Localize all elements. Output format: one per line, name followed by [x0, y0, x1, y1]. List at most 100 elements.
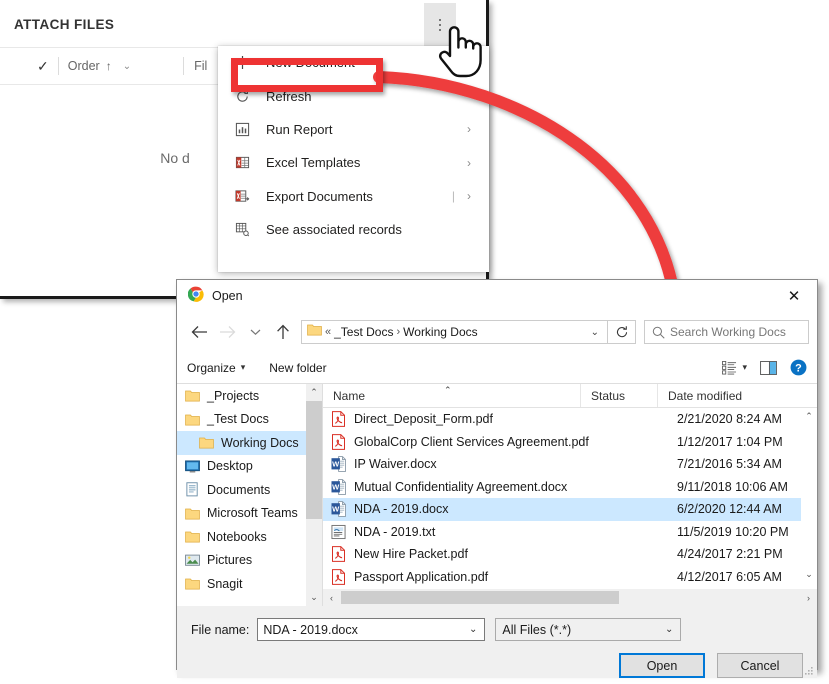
pictures-icon [185, 554, 200, 567]
report-icon [218, 122, 266, 137]
cancel-button[interactable]: Cancel [717, 653, 803, 678]
column-header-date-modified[interactable]: Date modified [657, 384, 787, 407]
file-row-inner: W IP Waiver.docx 7/21/2016 5:34 AM [323, 456, 817, 473]
tree-item-label: _Test Docs [207, 412, 269, 427]
file-name-cell: New Hire Packet.pdf [354, 547, 468, 562]
file-row[interactable]: NDA - 2019.txt 11/5/2019 10:20 PM [323, 521, 817, 544]
breadcrumb-root[interactable]: « [325, 326, 331, 338]
folder-icon [185, 577, 200, 590]
breadcrumb-item-1[interactable]: _Test Docs [334, 325, 393, 339]
word-icon: W [331, 456, 346, 473]
breadcrumb[interactable]: « _Test Docs › Working Docs ⌄ [301, 320, 608, 344]
file-type-filter-value: All Files (*.*) [502, 622, 572, 637]
menu-item-excel-templates[interactable]: Excel Templates › [218, 146, 489, 179]
chevron-down-icon[interactable]: ⌄ [469, 624, 477, 635]
breadcrumb-item-2[interactable]: Working Docs [403, 325, 477, 339]
tree-item-desktop[interactable]: Desktop [177, 455, 322, 479]
tree-item-documents[interactable]: Documents [177, 478, 322, 502]
scroll-up-icon[interactable]: ⌃ [801, 408, 817, 425]
file-type-icon [323, 568, 354, 585]
file-name-cell: Passport Application.pdf [354, 569, 489, 584]
chevron-down-icon[interactable]: ▾ [742, 362, 747, 373]
file-date-cell: 7/21/2016 5:34 AM [677, 457, 782, 472]
breadcrumb-separator: › [396, 326, 401, 338]
back-button[interactable] [185, 318, 213, 346]
menu-item-run-report[interactable]: Run Report › [218, 113, 489, 146]
refresh-button[interactable] [608, 320, 636, 344]
help-icon[interactable]: ? [790, 359, 807, 376]
file-type-filter-select[interactable]: All Files (*.*) ⌄ [495, 618, 682, 641]
dialog-command-bar: Organize ▾ New folder ▾ ? [177, 352, 817, 384]
documents-icon [185, 482, 200, 497]
tree-item-pictures[interactable]: Pictures [177, 549, 322, 573]
tree-item-working-docs[interactable]: Working Docs [177, 431, 322, 455]
header-divider [57, 57, 59, 75]
tree-item-label: Notebooks [207, 529, 267, 544]
file-date-cell: 4/12/2017 6:05 AM [677, 569, 782, 584]
tree-item-snagit[interactable]: Snagit [177, 572, 322, 596]
recent-locations-button[interactable] [241, 318, 269, 346]
close-icon[interactable]: ✕ [771, 280, 817, 311]
file-row[interactable]: W IP Waiver.docx 7/21/2016 5:34 AM [323, 453, 817, 476]
up-one-level-button[interactable] [269, 318, 297, 346]
menu-item-label: See associated records [266, 222, 402, 238]
forward-button[interactable] [213, 318, 241, 346]
scroll-down-icon[interactable]: ⌄ [801, 566, 817, 583]
file-row-inner: Passport Application.pdf 4/12/2017 6:05 A… [323, 568, 817, 585]
file-row[interactable]: W Mutual Confidentiality Agreement.docx 9/… [323, 476, 817, 499]
file-row[interactable]: GlobalCorp Client Services Agreement.pdf… [323, 431, 817, 454]
text-icon [331, 524, 346, 540]
tree-item-test-docs[interactable]: _Test Docs [177, 408, 322, 432]
menu-item-export-documents[interactable]: Export Documents | › [218, 180, 489, 213]
tree-item-label: Working Docs [221, 435, 299, 450]
view-layout-icon[interactable] [722, 360, 737, 375]
plus-icon [218, 55, 266, 70]
column-header-order[interactable]: Order [68, 59, 100, 73]
file-name-input[interactable]: NDA - 2019.docx ⌄ [257, 618, 486, 641]
export-excel-icon [218, 189, 266, 204]
scroll-right-icon[interactable]: › [800, 589, 817, 606]
scroll-left-icon[interactable]: ‹ [323, 589, 340, 606]
pdf-icon [331, 568, 346, 585]
pdf-icon [331, 546, 346, 563]
search-input[interactable]: Search Working Docs [644, 320, 809, 344]
tree-item-microsoft-teams[interactable]: Microsoft Teams [177, 502, 322, 526]
file-name-cell: NDA - 2019.txt [354, 524, 436, 539]
resize-grip-icon[interactable] [804, 666, 814, 676]
column-header-name[interactable]: Name ⌃ [323, 384, 580, 407]
file-row[interactable]: Direct_Deposit_Form.pdf 2/21/2020 8:24 AM [323, 408, 817, 431]
file-row[interactable]: W NDA - 2019.docx 6/2/2020 12:44 AM [323, 498, 817, 521]
column-header-status[interactable]: Status [580, 384, 657, 407]
tree-item-projects[interactable]: _Projects [177, 384, 322, 408]
file-row-inner: Direct_Deposit_Form.pdf 2/21/2020 8:24 AM [323, 411, 817, 428]
scroll-up-icon[interactable]: ⌃ [306, 384, 322, 401]
nav-pane-scroll-thumb[interactable] [306, 401, 322, 519]
tree-item-notebooks[interactable]: Notebooks [177, 525, 322, 549]
file-type-icon: W [323, 478, 354, 495]
horizontal-scroll-thumb[interactable] [341, 591, 619, 604]
file-list-vertical-scrollbar[interactable]: ⌃ ⌄ [801, 408, 817, 583]
tree-item-label: Documents [207, 482, 271, 497]
sort-ascending-icon[interactable]: ↑ [106, 59, 112, 73]
file-row[interactable]: New Hire Packet.pdf 4/24/2017 2:21 PM [323, 543, 817, 566]
menu-item-refresh[interactable]: Refresh [218, 79, 489, 112]
select-all-checkmark-icon[interactable]: ✓ [37, 58, 49, 75]
file-row-inner: GlobalCorp Client Services Agreement.pdf… [323, 433, 817, 450]
chevron-down-icon[interactable]: ⌄ [123, 61, 131, 72]
folder-icon [185, 530, 200, 543]
file-row[interactable]: Passport Application.pdf 4/12/2017 6:05 A… [323, 566, 817, 589]
organize-button[interactable]: Organize [187, 361, 236, 375]
file-type-icon: W [323, 456, 354, 473]
menu-item-see-associated-records[interactable]: See associated records [218, 213, 489, 246]
scroll-down-icon[interactable]: ⌄ [306, 589, 322, 606]
file-type-icon: W [323, 501, 354, 518]
new-folder-button[interactable]: New folder [269, 361, 326, 375]
column-header-file[interactable]: Fil [194, 59, 207, 73]
open-button[interactable]: Open [619, 653, 705, 678]
preview-pane-icon[interactable] [760, 360, 777, 375]
chevron-down-icon[interactable]: ▾ [241, 362, 246, 373]
chevron-down-icon[interactable]: ⌄ [591, 327, 599, 338]
file-list-horizontal-scrollbar[interactable]: ‹ › [323, 589, 817, 606]
file-list: Direct_Deposit_Form.pdf 2/21/2020 8:24 AM… [323, 408, 817, 588]
chevron-down-icon[interactable]: ⌄ [665, 624, 673, 635]
